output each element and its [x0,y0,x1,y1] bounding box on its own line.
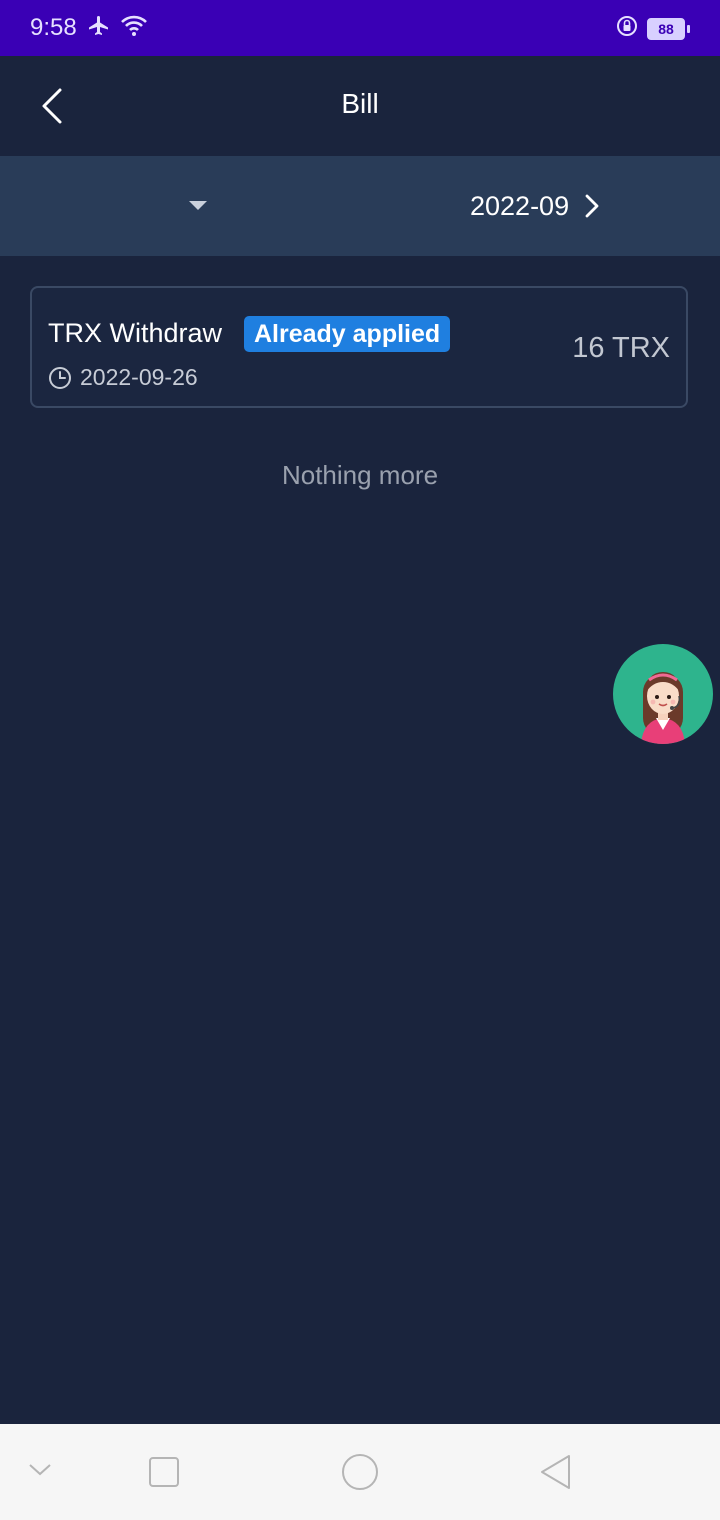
battery-level: 88 [647,17,685,40]
bill-date: 2022-09-26 [80,364,198,390]
chevron-right-icon [585,194,599,218]
list-end-text: Nothing more [281,460,439,490]
status-time: 9:58 [30,14,77,41]
bill-amount: 16 TRX [572,332,670,364]
home-icon[interactable] [340,1452,380,1497]
collapse-icon[interactable] [26,1460,54,1485]
system-nav-bar [0,1424,720,1520]
status-bar: 9:58 88 [0,0,720,56]
filter-bar: 2022-09 [0,156,720,256]
type-dropdown[interactable] [180,192,216,218]
bill-date-row: 2022-09-26 [48,364,198,391]
rotation-lock-icon [615,14,639,43]
customer-service-button[interactable] [613,644,713,744]
month-label: 2022-09 [470,190,570,221]
month-picker[interactable]: 2022-09 [470,186,601,226]
caret-down-icon [189,201,207,210]
page-title: Bill [341,88,379,119]
app-header: Bill [0,56,720,156]
airplane-icon [86,14,112,43]
status-badge: Already applied [244,316,451,352]
back-icon[interactable] [536,1452,576,1497]
customer-service-avatar-icon [641,672,685,744]
clock-icon [49,366,71,389]
battery-icon: 88 [647,17,690,40]
bill-card[interactable]: TRX Withdraw Already applied 2022-09-26 … [30,286,688,408]
wifi-icon [120,14,148,43]
bill-type: TRX Withdraw [48,318,223,348]
recents-icon[interactable] [146,1454,182,1495]
